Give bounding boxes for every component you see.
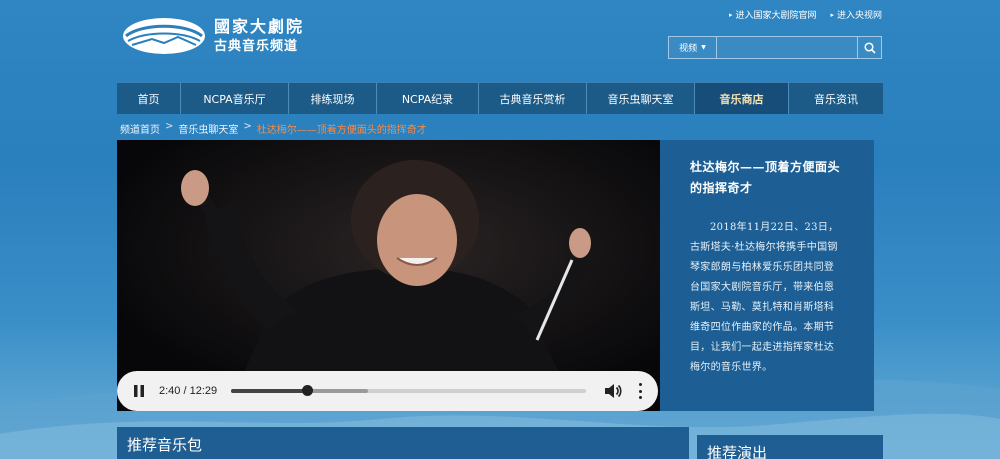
breadcrumb: 频道首页 > 音乐虫聊天室 > 杜达梅尔——顶着方便面头的指挥奇才: [120, 121, 427, 136]
logo-title: 國家大劇院: [214, 17, 305, 36]
breadcrumb-current: 杜达梅尔——顶着方便面头的指挥奇才: [256, 125, 427, 136]
nav-item-label: 古典音乐赏析: [499, 92, 566, 106]
section-title: 推荐音乐包: [127, 436, 203, 454]
more-vert-icon[interactable]: [636, 383, 644, 399]
caret-down-icon: ▼: [701, 44, 706, 51]
top-links: ▸ 进入国家大剧院官网 ▸ 进入央视网: [728, 8, 882, 22]
video-controls: 2:40 / 12:29: [117, 371, 658, 411]
search-bar: 视频 ▼: [668, 36, 882, 59]
nav-item-label: NCPA纪录: [401, 92, 454, 106]
site-header: 國家大劇院 古典音乐频道 ▸ 进入国家大剧院官网 ▸ 进入央视网 视频 ▼: [0, 0, 1000, 82]
progress-bar[interactable]: [231, 385, 586, 396]
nav-item-label: 音乐虫聊天室: [607, 92, 674, 106]
program-info-panel: 杜达梅尔——顶着方便面头的指挥奇才 2018年11月22日、23日，古斯塔夫·杜…: [660, 140, 874, 411]
breadcrumb-separator: >: [165, 121, 174, 132]
triangle-right-icon: ▸: [728, 10, 733, 19]
search-icon: [863, 41, 876, 54]
nav-item-classical-appreciation[interactable]: 古典音乐赏析: [479, 83, 587, 114]
site-logo[interactable]: 國家大劇院 古典音乐频道: [122, 17, 304, 55]
nav-item-label: 音乐资讯: [814, 92, 858, 106]
nav-item-label: NCPA音乐厅: [203, 92, 266, 106]
progress-handle[interactable]: [302, 385, 314, 396]
link-ncpa-official-label: 进入国家大剧院官网: [735, 11, 817, 21]
nav-item-ncpa-record[interactable]: NCPA纪录: [377, 83, 479, 114]
search-category-select[interactable]: 视频 ▼: [669, 37, 717, 58]
nav-item-music-news[interactable]: 音乐资讯: [789, 83, 883, 114]
breadcrumb-home[interactable]: 频道首页: [120, 121, 160, 136]
pause-button[interactable]: [131, 383, 147, 399]
nav-item-label: 排练现场: [310, 92, 355, 106]
main-nav: 首页 NCPA音乐厅 排练现场 NCPA纪录 古典音乐赏析 音乐虫聊天室 音乐商…: [117, 82, 883, 114]
search-input[interactable]: [717, 37, 857, 58]
link-cctv-label: 进入央视网: [836, 11, 882, 21]
search-button[interactable]: [857, 37, 881, 58]
search-category-label: 视频: [679, 44, 698, 54]
nav-item-chat-room[interactable]: 音乐虫聊天室: [587, 83, 695, 114]
section-title: 推荐演出: [707, 444, 768, 459]
logo-subtitle: 古典音乐频道: [214, 39, 299, 54]
progress-played: [231, 389, 308, 393]
nav-item-label: 音乐商店: [719, 92, 764, 106]
nav-item-rehearsal[interactable]: 排练现场: [289, 83, 377, 114]
triangle-right-icon: ▸: [830, 10, 834, 19]
recommended-performances-header: 推荐演出: [697, 435, 883, 459]
link-cctv[interactable]: ▸ 进入央视网: [830, 8, 882, 22]
ncpa-logo-icon: [123, 18, 205, 54]
recommended-music-packs-header: 推荐音乐包: [117, 427, 689, 459]
program-title: 杜达梅尔——顶着方便面头的指挥奇才: [690, 160, 841, 195]
nav-item-music-store[interactable]: 音乐商店: [695, 83, 789, 114]
breadcrumb-chat-room[interactable]: 音乐虫聊天室: [178, 121, 238, 136]
playback-time: 2:40 / 12:29: [159, 385, 218, 397]
pause-icon: [134, 385, 144, 397]
nav-item-label: 首页: [137, 92, 160, 106]
nav-item-ncpa-hall[interactable]: NCPA音乐厅: [181, 83, 289, 114]
nav-item-home[interactable]: 首页: [117, 83, 181, 114]
breadcrumb-separator: >: [243, 121, 252, 132]
link-ncpa-official[interactable]: ▸ 进入国家大剧院官网: [728, 8, 817, 22]
volume-icon[interactable]: [604, 383, 622, 399]
program-description: 2018年11月22日、23日，古斯塔夫·杜达梅尔将携手中国钢琴家郎朗与柏林爱乐…: [690, 222, 839, 373]
